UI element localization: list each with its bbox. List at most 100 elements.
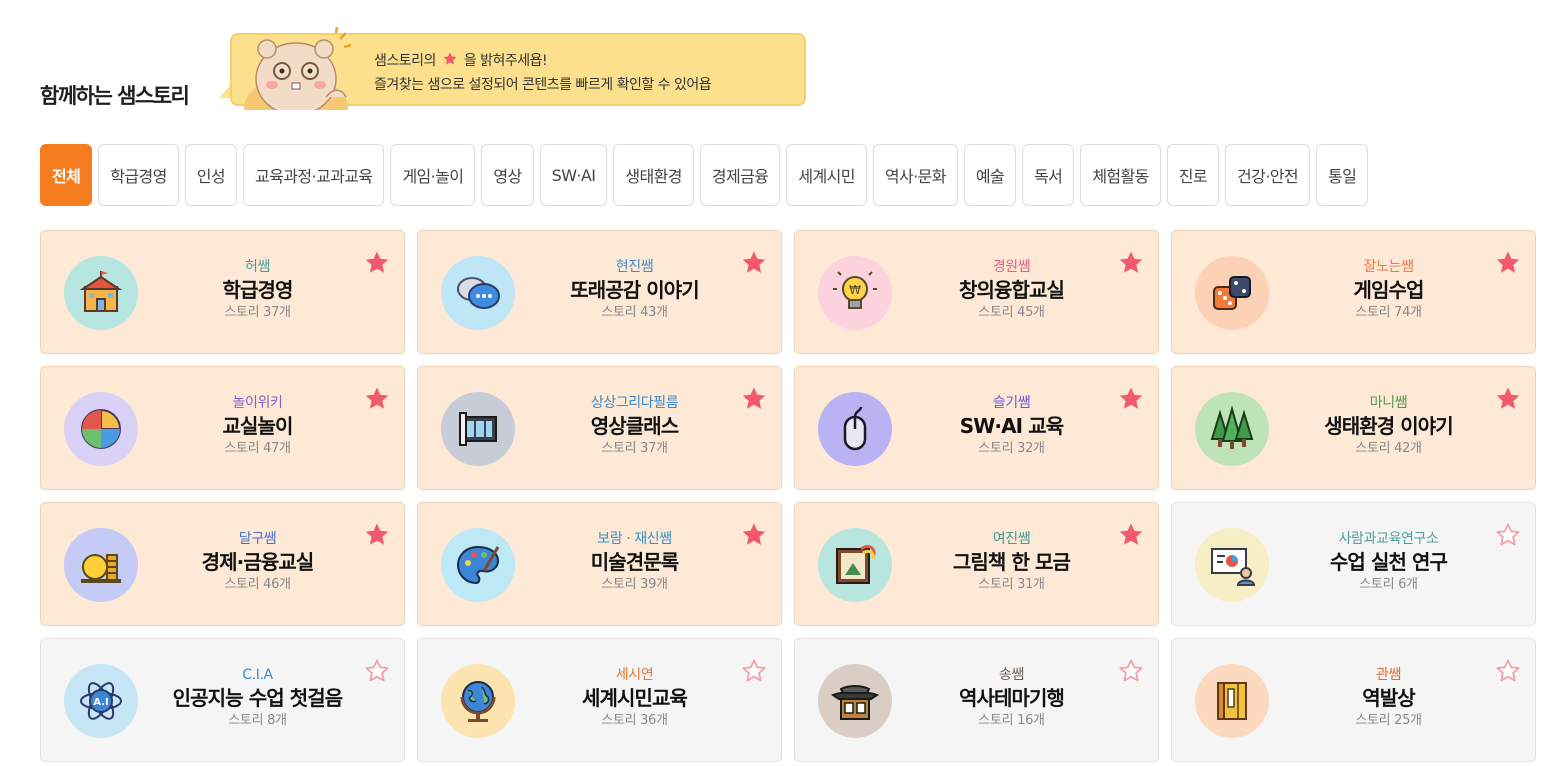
favorite-star-filled-icon[interactable]	[363, 249, 391, 277]
favorite-star-filled-icon[interactable]	[740, 385, 768, 413]
card-author: 경원쌤	[992, 259, 1031, 275]
story-card[interactable]: 마니쌤 생태환경 이야기 스토리 42개	[1171, 366, 1536, 490]
tab-5[interactable]: 영상	[481, 144, 534, 206]
banner-line1-end: 을 밝혀주세욥!	[463, 53, 548, 69]
story-card[interactable]: 여진쌤그림책 한 모금스토리 31개	[794, 502, 1159, 626]
svg-text:A.I: A.I	[93, 697, 108, 708]
story-card[interactable]: 슬기쌤 SW·AI 교육 스토리 32개	[794, 366, 1159, 490]
tab-14[interactable]: 진로	[1166, 144, 1220, 206]
card-author: C.I.A	[242, 667, 273, 683]
card-story-count: 스토리 47개	[224, 441, 291, 456]
card-story-count: 스토리 74개	[1355, 305, 1422, 320]
story-card[interactable]: 허쌤 학급경영 스토리 37개	[40, 230, 405, 354]
card-story-count: 스토리 25개	[1355, 713, 1422, 728]
tab-7[interactable]: 생태환경	[613, 144, 694, 206]
card-title: 또래공감 이야기	[570, 278, 699, 302]
story-card[interactable]: 달구쌤 경제·금융교실 스토리 46개	[40, 502, 405, 626]
tab-1[interactable]: 학급경영	[98, 144, 179, 206]
story-card[interactable]: 관쌤 역발상 스토리 25개	[1171, 638, 1536, 762]
favorite-star-filled-icon[interactable]	[740, 249, 768, 277]
card-text: 슬기쌤 SW·AI 교육 스토리 32개	[895, 393, 1128, 458]
favorite-star-outline-icon[interactable]	[363, 657, 391, 685]
lightbulb-icon: ₩	[818, 256, 892, 330]
story-card[interactable]: ₩ 경원쌤 창의융합교실 스토리 45개	[794, 230, 1159, 354]
card-author: 달구쌤	[238, 531, 277, 547]
card-title: 인공지능 수업 첫걸음	[172, 686, 344, 710]
tab-15[interactable]: 건강·안전	[1225, 144, 1311, 206]
favorite-star-outline-icon[interactable]	[1117, 657, 1145, 685]
banner-text: 샘스토리의 을 밝혀주세욥! 즐겨찾는 샘으로 설정되어 콘텐츠를 빠르게 확인…	[374, 49, 712, 97]
story-card[interactable]: 세시연 세계시민교육 스토리 36개	[417, 638, 782, 762]
tab-16[interactable]: 통일	[1316, 144, 1369, 206]
favorite-star-filled-icon[interactable]	[1117, 385, 1145, 413]
card-title: 그림책 한 모금	[952, 550, 1071, 574]
page-header: 함께하는 샘스토리 샘스토리의 을 밝혀주세욥! 즐겨찾는 샘으로 설정되어 콘…	[40, 27, 820, 110]
story-card[interactable]: 송쌤역사테마기행스토리 16개	[794, 638, 1159, 762]
tab-10[interactable]: 역사·문화	[872, 144, 958, 206]
ai-atom-icon: A.I	[64, 664, 138, 738]
tab-0[interactable]: 전체	[40, 144, 93, 206]
card-story-count: 스토리 16개	[978, 713, 1045, 728]
tab-3[interactable]: 교육과정·교과교육	[242, 144, 385, 206]
favorite-star-filled-icon[interactable]	[740, 521, 768, 549]
story-card[interactable]: 놀이위키 교실놀이 스토리 47개	[40, 366, 405, 490]
card-author: 마니쌤	[1369, 395, 1408, 411]
favorite-star-filled-icon[interactable]	[363, 521, 391, 549]
card-text: 송쌤역사테마기행스토리 16개	[895, 665, 1128, 730]
picture-book-icon	[818, 528, 892, 602]
chat-bubbles-icon	[441, 256, 515, 330]
banner-line1-start: 샘스토리의	[374, 53, 436, 69]
card-title: 창의융합교실	[959, 278, 1065, 302]
card-text: 마니쌤 생태환경 이야기 스토리 42개	[1272, 393, 1505, 458]
favorite-star-outline-icon[interactable]	[740, 657, 768, 685]
favorite-star-filled-icon[interactable]	[363, 385, 391, 413]
card-title: 역사테마기행	[959, 686, 1065, 710]
card-author: 보람 · 재신쌤	[597, 531, 672, 547]
tab-6[interactable]: SW·AI	[539, 144, 608, 206]
card-author: 여진쌤	[992, 531, 1031, 547]
tab-2[interactable]: 인성	[184, 144, 237, 206]
card-story-count: 스토리 8개	[228, 713, 287, 728]
info-banner: 샘스토리의 을 밝혀주세욥! 즐겨찾는 샘으로 설정되어 콘텐츠를 빠르게 확인…	[230, 27, 806, 110]
favorite-star-outline-icon[interactable]	[1494, 657, 1522, 685]
favorite-star-filled-icon[interactable]	[1117, 521, 1145, 549]
card-story-count: 스토리 32개	[978, 441, 1045, 456]
banner-line2: 즐겨찾는 샘으로 설정되어 콘텐츠를 빠르게 확인할 수 있어욥	[374, 77, 712, 93]
card-story-count: 스토리 39개	[601, 577, 668, 592]
card-title: 세계시민교육	[582, 686, 688, 710]
tab-4[interactable]: 게임·놀이	[390, 144, 476, 206]
coins-icon	[64, 528, 138, 602]
tab-8[interactable]: 경제금융	[699, 144, 781, 206]
story-card[interactable]: 사람과교육연구소 수업 실천 연구 스토리 6개	[1171, 502, 1536, 626]
favorite-star-outline-icon[interactable]	[1494, 521, 1522, 549]
card-story-count: 스토리 42개	[1355, 441, 1422, 456]
story-card[interactable]: 잘노는쌤 게임수업 스토리 74개	[1171, 230, 1536, 354]
tab-11[interactable]: 예술	[963, 144, 1017, 206]
trees-icon	[1195, 392, 1269, 466]
favorite-star-filled-icon[interactable]	[1494, 249, 1522, 277]
card-author: 송쌤	[999, 667, 1024, 683]
favorite-star-filled-icon[interactable]	[1494, 385, 1522, 413]
card-story-count: 스토리 31개	[978, 577, 1045, 592]
hamster-mascot-icon	[244, 27, 352, 110]
story-card[interactable]: A.I C.I.A 인공지능 수업 첫걸음스토리 8개	[40, 638, 405, 762]
tab-12[interactable]: 독서	[1022, 144, 1075, 206]
section-title: 함께하는 샘스토리	[40, 84, 190, 108]
card-title: 수업 실천 연구	[1329, 550, 1448, 574]
card-title: 게임수업	[1353, 278, 1425, 302]
card-title: 역발상	[1362, 686, 1415, 710]
story-card[interactable]: 보람 · 재신쌤 미술견문록 스토리 39개	[417, 502, 782, 626]
tab-13[interactable]: 체험활동	[1080, 144, 1161, 206]
school-building-icon	[64, 256, 138, 330]
card-author: 현진쌤	[615, 259, 654, 275]
favorite-star-filled-icon[interactable]	[1117, 249, 1145, 277]
tab-9[interactable]: 세계시민	[786, 144, 867, 206]
story-card[interactable]: 현진쌤또래공감 이야기스토리 43개	[417, 230, 782, 354]
card-story-count: 스토리 6개	[1359, 577, 1418, 592]
card-story-count: 스토리 37개	[601, 441, 668, 456]
card-story-count: 스토리 43개	[601, 305, 668, 320]
card-text: 관쌤 역발상 스토리 25개	[1272, 665, 1505, 730]
card-author: 상상그리다필름	[590, 395, 679, 411]
card-text: 잘노는쌤 게임수업 스토리 74개	[1272, 257, 1505, 322]
story-card[interactable]: 상상그리다필름 영상클래스 스토리 37개	[417, 366, 782, 490]
